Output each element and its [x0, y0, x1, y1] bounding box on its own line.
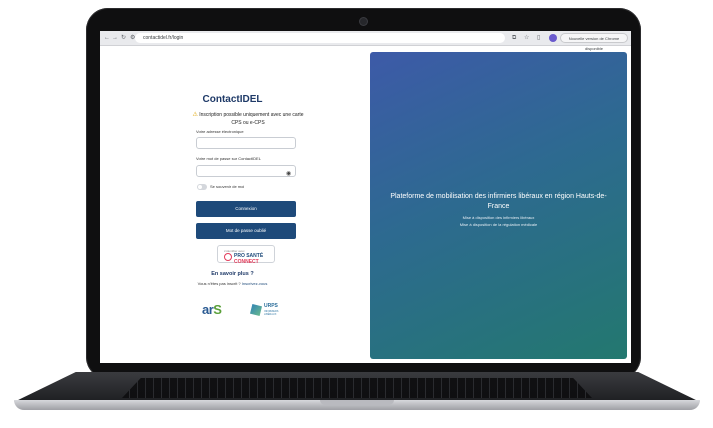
email-label: Votre adresse électronique [196, 129, 244, 134]
update-chrome-button[interactable]: Nouvelle version de Chrome disponible [560, 33, 628, 51]
prosante-logo-icon [224, 253, 232, 261]
url-text: contactidel.fr/login [143, 35, 184, 41]
back-icon[interactable]: ← [104, 33, 110, 43]
star-icon[interactable]: ☆ [524, 33, 529, 43]
warning-icon: ⚠ [192, 112, 198, 118]
keyboard [122, 378, 592, 398]
lid-opening-notch [320, 400, 394, 405]
login-button[interactable]: Connexion [196, 201, 296, 217]
ars-logo-s: S [213, 302, 222, 317]
register-prompt: Vous n'êtes pas inscrit ? Inscrivez-vous [100, 281, 365, 286]
urps-title: URPS [264, 303, 278, 309]
forgot-password-button[interactable]: Mot de passe oublié [196, 223, 296, 239]
open-in-app-icon[interactable]: ⧉ [512, 33, 516, 43]
email-field[interactable] [196, 137, 296, 149]
urps-subtitle: INFIRMIERS LIBÉRAUX [264, 310, 279, 316]
eye-icon[interactable]: ◉ [286, 171, 291, 177]
prosante-brand: PRO SANTÉ CONNECT [234, 253, 263, 265]
reload-icon[interactable]: ↻ [121, 33, 126, 43]
password-label: Votre mot de passe sur ContactIDEL [196, 156, 261, 161]
webcam [360, 18, 367, 25]
hero-panel: Plateforme de mobilisation des infirmier… [370, 52, 627, 359]
remember-toggle[interactable] [197, 184, 207, 190]
app-title: ContactIDEL [202, 94, 263, 105]
password-field[interactable] [196, 165, 296, 177]
register-text: Vous n'êtes pas inscrit ? [197, 281, 241, 286]
laptop-base [14, 372, 700, 412]
hero-title: Plateforme de mobilisation des infirmier… [390, 193, 607, 210]
cps-notice: ⚠ Inscription possible uniquement avec u… [188, 111, 308, 127]
remember-label: Se souvenir de moi [210, 184, 245, 189]
browser-toolbar: ← → ↻ ⚙ contactidel.fr/login ⧉ ☆ ▯ Nouve… [100, 31, 631, 51]
more-info-title: En savoir plus ? [211, 271, 254, 277]
urps-map-icon [250, 304, 262, 316]
prosante-connect-button[interactable]: s'identifier avec PRO SANTÉ CONNECT [217, 245, 275, 265]
ars-logo: arS [202, 302, 222, 317]
urps-logo: URPS INFIRMIERS LIBÉRAUX [250, 302, 290, 318]
notice-text: Inscription possible uniquement avec une… [199, 112, 304, 126]
prosante-brand-part2: CONNECT [234, 259, 259, 265]
hero-line-2: Mise à disposition de la régulation médi… [459, 222, 538, 227]
hero-line-1: Mise à disposition des infirmiers libéra… [462, 215, 535, 220]
register-link[interactable]: Inscrivez-vous [242, 281, 268, 286]
profile-avatar[interactable] [549, 34, 557, 42]
ars-logo-main: ar [202, 302, 214, 317]
forward-icon[interactable]: → [112, 33, 118, 43]
address-bar[interactable]: contactidel.fr/login [135, 33, 505, 43]
laptop-screen: ← → ↻ ⚙ contactidel.fr/login ⧉ ☆ ▯ Nouve… [100, 31, 631, 363]
sidepanel-icon[interactable]: ▯ [537, 33, 540, 43]
